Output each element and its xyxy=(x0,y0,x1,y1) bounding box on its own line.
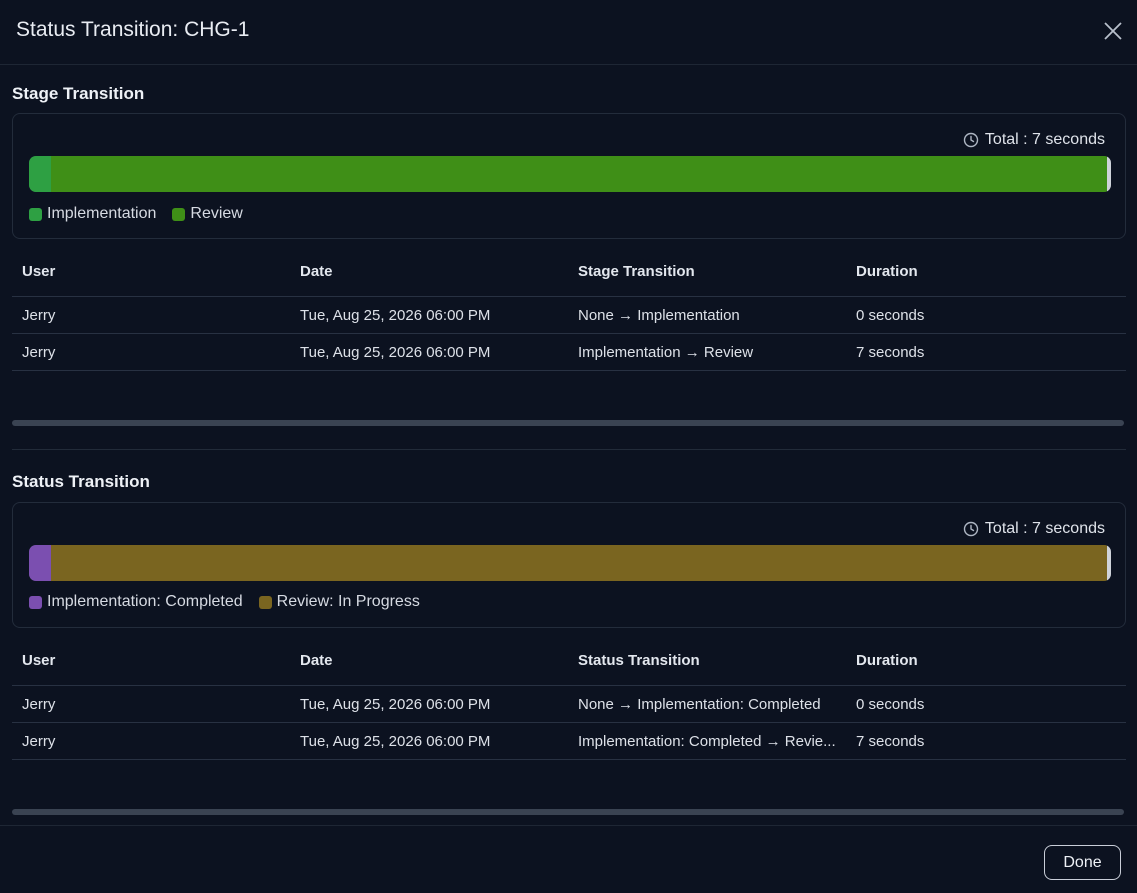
table-row: Jerry Tue, Aug 25, 2026 06:00 PM None → … xyxy=(12,296,1126,334)
column-header-date: Date xyxy=(290,246,568,297)
column-header-user: User xyxy=(12,246,290,297)
cell-duration: 0 seconds xyxy=(846,685,1126,723)
legend-swatch xyxy=(29,595,42,609)
stage-total-label: Total : 7 seconds xyxy=(984,131,1105,148)
stage-summary-card: Total : 7 seconds Implementation Review xyxy=(12,113,1126,239)
cell-duration: 7 seconds xyxy=(846,722,1126,760)
bar-segment-implementation[interactable] xyxy=(29,156,51,192)
cell-date: Tue, Aug 25, 2026 06:00 PM xyxy=(290,685,568,723)
legend-label: Implementation xyxy=(47,205,157,222)
column-header-status-transition: Status Transition xyxy=(568,635,846,686)
clock-icon xyxy=(963,521,979,537)
legend-swatch xyxy=(29,207,42,221)
table-row: Jerry Tue, Aug 25, 2026 06:00 PM None → … xyxy=(12,685,1126,723)
legend-item: Review xyxy=(172,205,243,223)
table-row: Jerry Tue, Aug 25, 2026 06:00 PM Impleme… xyxy=(12,722,1126,760)
legend-item: Implementation: Completed xyxy=(29,593,243,611)
stage-table: User Date Stage Transition Duration Jerr… xyxy=(12,246,1126,371)
stage-legend: Implementation Review xyxy=(29,205,243,223)
dialog-header: Status Transition: CHG-1 xyxy=(0,0,1137,65)
cell-date: Tue, Aug 25, 2026 06:00 PM xyxy=(290,296,568,334)
status-section-title: Status Transition xyxy=(12,472,150,491)
bar-segment-review[interactable] xyxy=(50,156,1107,192)
status-transition-dialog: Status Transition: CHG-1 Stage Transitio… xyxy=(0,0,1137,893)
table-header-row: User Date Stage Transition Duration xyxy=(12,246,1126,297)
legend-label: Review: In Progress xyxy=(276,593,420,610)
column-header-duration: Duration xyxy=(846,635,1126,686)
stage-section-title: Stage Transition xyxy=(12,84,145,103)
cell-transition: Implementation: Completed → Revie... xyxy=(568,722,846,760)
cell-duration: 0 seconds xyxy=(846,296,1126,334)
bar-end-cap xyxy=(1107,545,1111,581)
status-total: Total : 7 seconds xyxy=(963,520,1105,538)
cell-transition: None → Implementation xyxy=(568,296,846,334)
stage-total: Total : 7 seconds xyxy=(963,131,1105,149)
close-icon[interactable] xyxy=(1100,18,1126,44)
stage-table-scrollbar[interactable] xyxy=(12,420,1124,426)
cell-transition: Implementation → Review xyxy=(568,333,846,371)
bar-segment-implementation-completed[interactable] xyxy=(29,545,51,581)
table-row: Jerry Tue, Aug 25, 2026 06:00 PM Impleme… xyxy=(12,333,1126,371)
cell-transition: None → Implementation: Completed xyxy=(568,685,846,723)
status-summary-card: Total : 7 seconds Implementation: Comple… xyxy=(12,502,1126,628)
status-legend: Implementation: Completed Review: In Prog… xyxy=(29,593,420,611)
bar-segment-review-in-progress[interactable] xyxy=(50,545,1107,581)
section-divider xyxy=(12,449,1126,450)
table-header-row: User Date Status Transition Duration xyxy=(12,635,1126,686)
clock-icon xyxy=(963,132,979,148)
column-header-stage-transition: Stage Transition xyxy=(568,246,846,297)
dialog-title: Status Transition: CHG-1 xyxy=(16,18,250,41)
status-total-label: Total : 7 seconds xyxy=(984,520,1105,537)
done-button[interactable]: Done xyxy=(1044,845,1121,880)
cell-user: Jerry xyxy=(12,296,290,334)
stage-timeline-bar xyxy=(29,156,1111,192)
column-header-date: Date xyxy=(290,635,568,686)
legend-label: Review xyxy=(190,205,243,222)
legend-item: Implementation xyxy=(29,205,156,223)
column-header-user: User xyxy=(12,635,290,686)
cell-user: Jerry xyxy=(12,685,290,723)
legend-swatch xyxy=(172,207,186,221)
cell-date: Tue, Aug 25, 2026 06:00 PM xyxy=(290,722,568,760)
legend-item: Review: In Progress xyxy=(258,593,420,611)
status-timeline-bar xyxy=(29,545,1111,581)
legend-swatch xyxy=(258,595,272,609)
cell-user: Jerry xyxy=(12,722,290,760)
status-table: User Date Status Transition Duration Jer… xyxy=(12,635,1126,760)
cell-date: Tue, Aug 25, 2026 06:00 PM xyxy=(290,333,568,371)
dialog-footer: Done xyxy=(0,825,1137,893)
bar-end-cap xyxy=(1107,156,1111,192)
status-table-scrollbar[interactable] xyxy=(12,809,1124,815)
legend-label: Implementation: Completed xyxy=(47,593,243,610)
cell-duration: 7 seconds xyxy=(846,333,1126,371)
cell-user: Jerry xyxy=(12,333,290,371)
column-header-duration: Duration xyxy=(846,246,1126,297)
